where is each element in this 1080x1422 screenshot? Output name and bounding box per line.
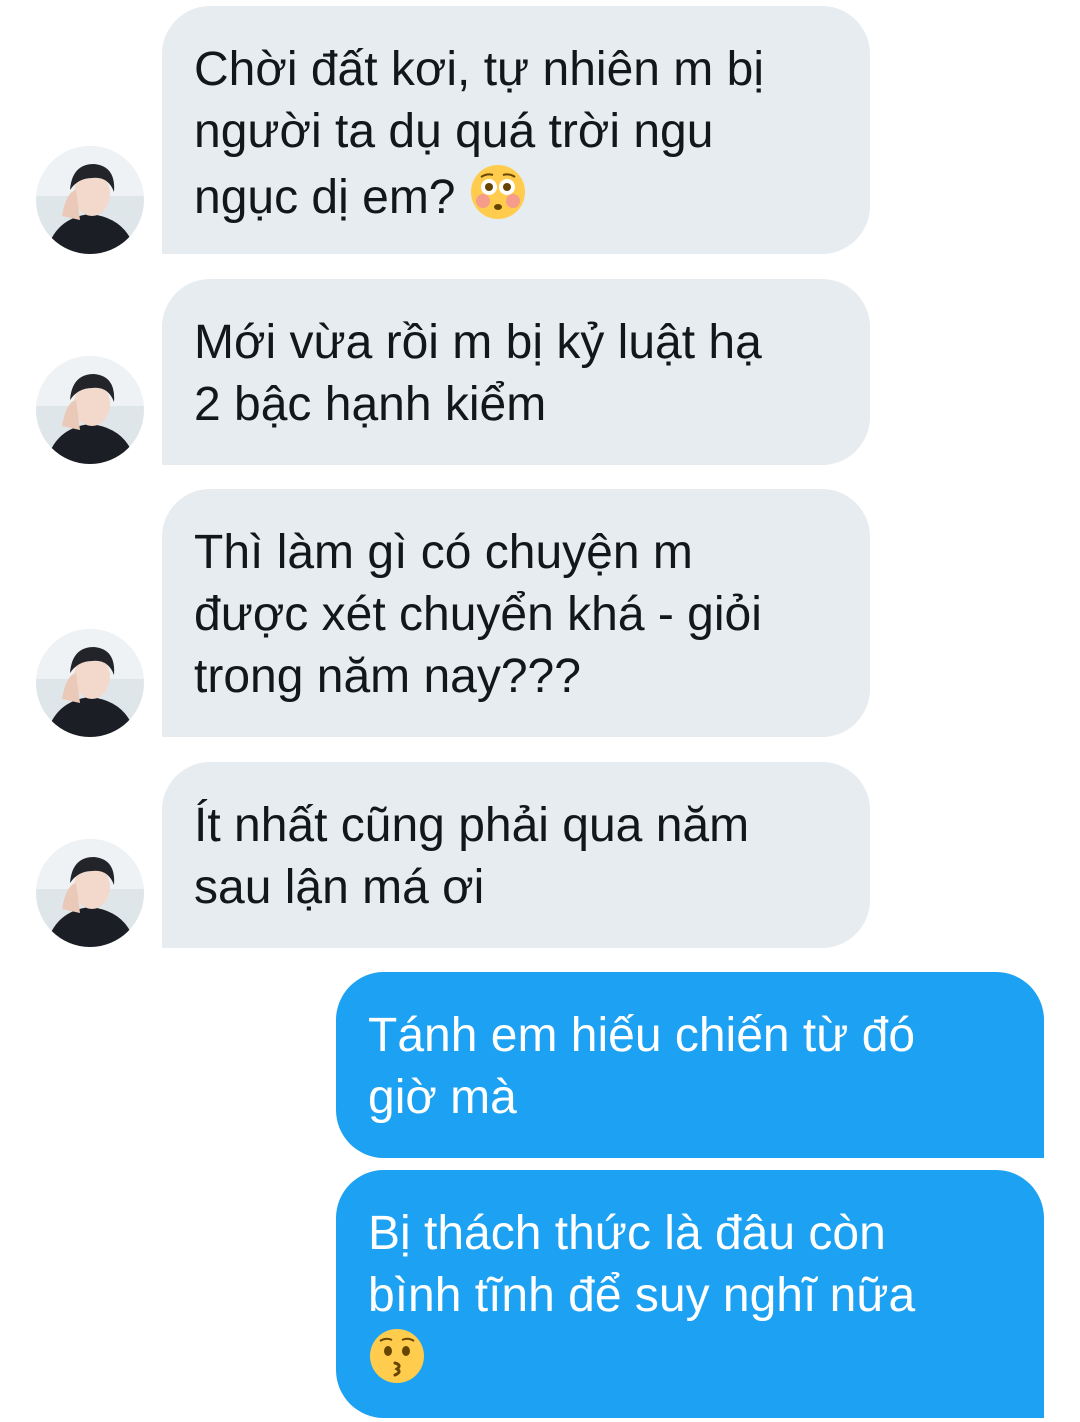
message-line: 2 bậc hạnh kiểm bbox=[194, 378, 547, 431]
message-line: Ít nhất cũng phải qua năm bbox=[194, 799, 750, 852]
avatar[interactable] bbox=[36, 839, 144, 947]
avatar-photo-icon bbox=[36, 356, 144, 464]
message-line: Mới vừa rồi m bị kỷ luật hạ bbox=[194, 316, 762, 369]
message-bubble-received[interactable]: Ít nhất cũng phải qua năm sau lận má ơi bbox=[162, 762, 870, 948]
message-bubble-sent[interactable]: Tánh em hiếu chiến từ đó giờ mà bbox=[336, 972, 1044, 1158]
message-line: Chời đất kơi, tự nhiên m bị bbox=[194, 43, 764, 96]
message-line: người ta dụ quá trời ngu bbox=[194, 105, 714, 158]
message-line bbox=[368, 1327, 1044, 1393]
flushed-face-emoji bbox=[469, 163, 527, 221]
message-bubble-received[interactable]: Thì làm gì có chuyện m được xét chuyển k… bbox=[162, 489, 870, 737]
avatar-photo-icon bbox=[36, 839, 144, 947]
kissing-face-emoji bbox=[368, 1327, 426, 1385]
message-line: Bị thách thức là đâu còn bbox=[368, 1207, 886, 1260]
message-bubble-received[interactable]: Mới vừa rồi m bị kỷ luật hạ 2 bậc hạnh k… bbox=[162, 279, 870, 465]
message-line: ngục dị em? bbox=[194, 163, 870, 229]
message-line: giờ mà bbox=[368, 1071, 517, 1124]
message-line: bình tĩnh để suy nghĩ nữa bbox=[368, 1269, 916, 1322]
message-line: được xét chuyển khá - giỏi bbox=[194, 588, 762, 641]
message-line: Tánh em hiếu chiến từ đó bbox=[368, 1009, 916, 1062]
avatar-photo-icon bbox=[36, 629, 144, 737]
avatar[interactable] bbox=[36, 146, 144, 254]
avatar[interactable] bbox=[36, 629, 144, 737]
message-bubble-received[interactable]: Chời đất kơi, tự nhiên m bị người ta dụ … bbox=[162, 6, 870, 254]
avatar-photo-icon bbox=[36, 146, 144, 254]
message-bubble-sent[interactable]: Bị thách thức là đâu còn bình tĩnh để su… bbox=[336, 1170, 1044, 1418]
message-line: sau lận má ơi bbox=[194, 861, 485, 914]
message-line: Thì làm gì có chuyện m bbox=[194, 526, 693, 579]
message-line: trong năm nay??? bbox=[194, 650, 581, 703]
avatar[interactable] bbox=[36, 356, 144, 464]
